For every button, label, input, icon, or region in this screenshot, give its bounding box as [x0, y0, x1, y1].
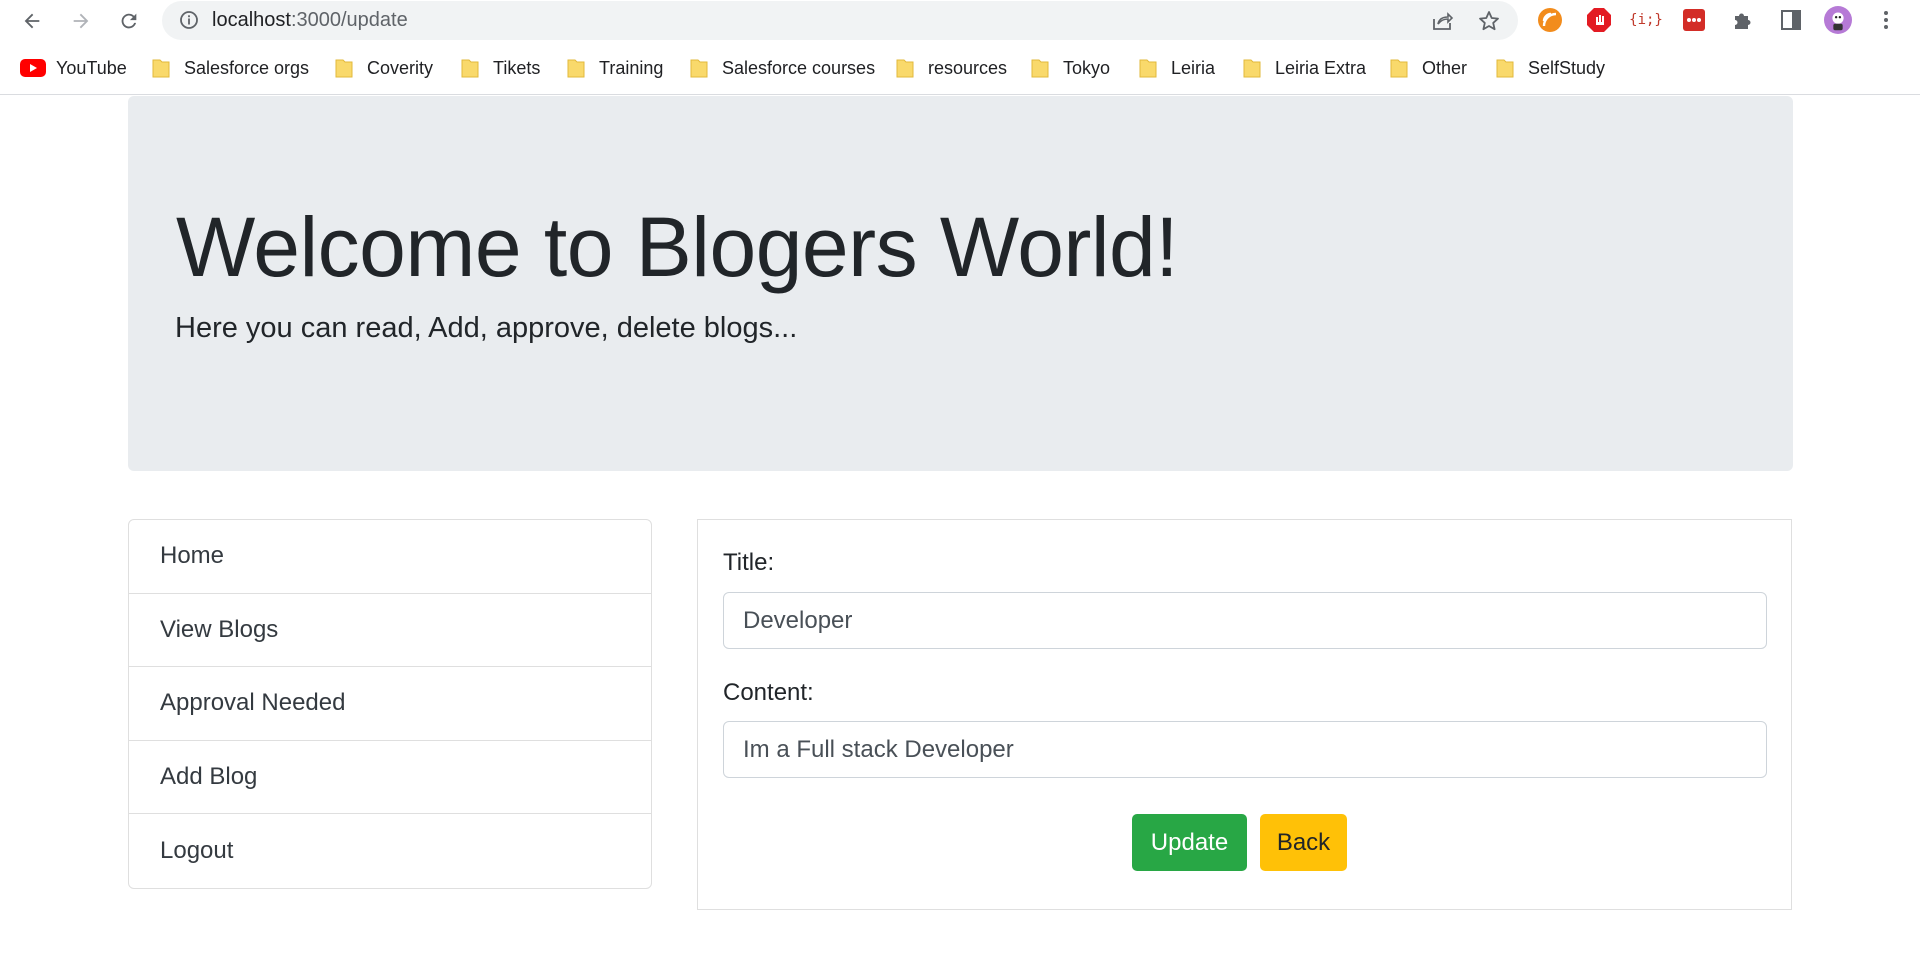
update-button[interactable]: Update — [1132, 814, 1247, 871]
bookmark-selfstudy[interactable]: SelfStudy — [1496, 54, 1605, 82]
lastpass-extension-icon[interactable] — [1680, 6, 1708, 34]
bookmark-salesforce-orgs[interactable]: Salesforce orgs — [152, 54, 309, 82]
folder-icon — [335, 59, 353, 78]
browser-toolbar: localhost:3000/update {i;} — [0, 0, 1920, 41]
url-path: :3000/update — [290, 9, 408, 31]
sidebar-item-logout[interactable]: Logout — [129, 814, 651, 888]
bookmark-salesforce-courses[interactable]: Salesforce courses — [690, 54, 875, 82]
bookmark-label: Leiria Extra — [1275, 57, 1367, 78]
welcome-banner: Welcome to Blogers World! Here you can r… — [128, 96, 1793, 471]
sidebar-item-approval-needed[interactable]: Approval Needed — [129, 667, 651, 741]
site-info-icon[interactable] — [179, 10, 199, 30]
bookmark-label: Tikets — [493, 57, 541, 78]
bookmark-tikets[interactable]: Tikets — [461, 54, 540, 82]
folder-icon — [152, 59, 170, 78]
bookmark-label: Salesforce orgs — [184, 57, 310, 78]
url-host: localhost — [212, 9, 291, 31]
address-bar[interactable]: localhost:3000/update — [162, 1, 1518, 40]
page-title: Welcome to Blogers World! — [176, 200, 1179, 294]
bookmark-youtube[interactable]: YouTube — [20, 54, 127, 82]
sidebar-item-view-blogs[interactable]: View Blogs — [129, 594, 651, 668]
adblock-extension-icon[interactable] — [1585, 6, 1613, 34]
share-icon[interactable] — [1430, 9, 1454, 33]
folder-icon — [1243, 59, 1261, 78]
update-blog-form: Title: Content: Update Back — [697, 519, 1792, 910]
forward-arrow-icon[interactable] — [66, 6, 96, 36]
folder-icon — [1031, 59, 1049, 78]
side-panel-icon[interactable] — [1777, 6, 1805, 34]
bookmark-label: YouTube — [56, 57, 127, 78]
folder-icon — [567, 59, 585, 78]
bookmark-tokyo[interactable]: Tokyo — [1031, 54, 1110, 82]
sidebar-item-home[interactable]: Home — [129, 520, 651, 594]
content-input[interactable] — [723, 721, 1767, 778]
bookmarks-bar: YouTube Salesforce orgs Coverity Tikets … — [0, 41, 1920, 95]
sidebar-item-add-blog[interactable]: Add Blog — [129, 741, 651, 815]
bookmark-leiria[interactable]: Leiria — [1139, 54, 1215, 82]
bookmark-other[interactable]: Other — [1390, 54, 1467, 82]
bookmark-label: Other — [1422, 57, 1468, 78]
bookmark-resources[interactable]: resources — [896, 54, 1007, 82]
back-arrow-icon[interactable] — [17, 6, 47, 36]
back-button[interactable]: Back — [1260, 814, 1347, 871]
bookmark-star-icon[interactable] — [1477, 9, 1501, 33]
folder-icon — [1139, 59, 1157, 78]
bookmark-label: Coverity — [367, 57, 434, 78]
bookmark-leiria-extra[interactable]: Leiria Extra — [1243, 54, 1366, 82]
reload-icon[interactable] — [114, 6, 144, 36]
rss-extension-icon[interactable] — [1536, 6, 1564, 34]
content-label: Content: — [723, 679, 814, 706]
bookmark-label: SelfStudy — [1528, 57, 1606, 78]
folder-icon — [1390, 59, 1408, 78]
sidebar-nav: Home View Blogs Approval Needed Add Blog… — [128, 519, 652, 889]
folder-icon — [1496, 59, 1514, 78]
folder-icon — [896, 59, 914, 78]
browser-menu-icon[interactable] — [1872, 6, 1900, 34]
url-text: localhost:3000/update — [212, 9, 408, 32]
folder-icon — [461, 59, 479, 78]
youtube-icon — [20, 59, 46, 77]
bookmark-label: resources — [928, 57, 1008, 78]
bookmark-label: Leiria — [1171, 57, 1216, 78]
title-input[interactable] — [723, 592, 1767, 649]
bookmark-label: Tokyo — [1063, 57, 1111, 78]
bookmark-label: Training — [599, 57, 664, 78]
json-extension-text: {i;} — [1629, 12, 1663, 28]
folder-icon — [690, 59, 708, 78]
bookmark-coverity[interactable]: Coverity — [335, 54, 433, 82]
json-extension-icon[interactable]: {i;} — [1629, 6, 1663, 34]
title-label: Title: — [723, 549, 775, 576]
extensions-puzzle-icon[interactable] — [1729, 6, 1757, 34]
bookmark-label: Salesforce courses — [722, 57, 876, 78]
profile-avatar[interactable] — [1824, 6, 1852, 34]
page-subtitle: Here you can read, Add, approve, delete … — [175, 312, 798, 344]
bookmark-training[interactable]: Training — [567, 54, 663, 82]
